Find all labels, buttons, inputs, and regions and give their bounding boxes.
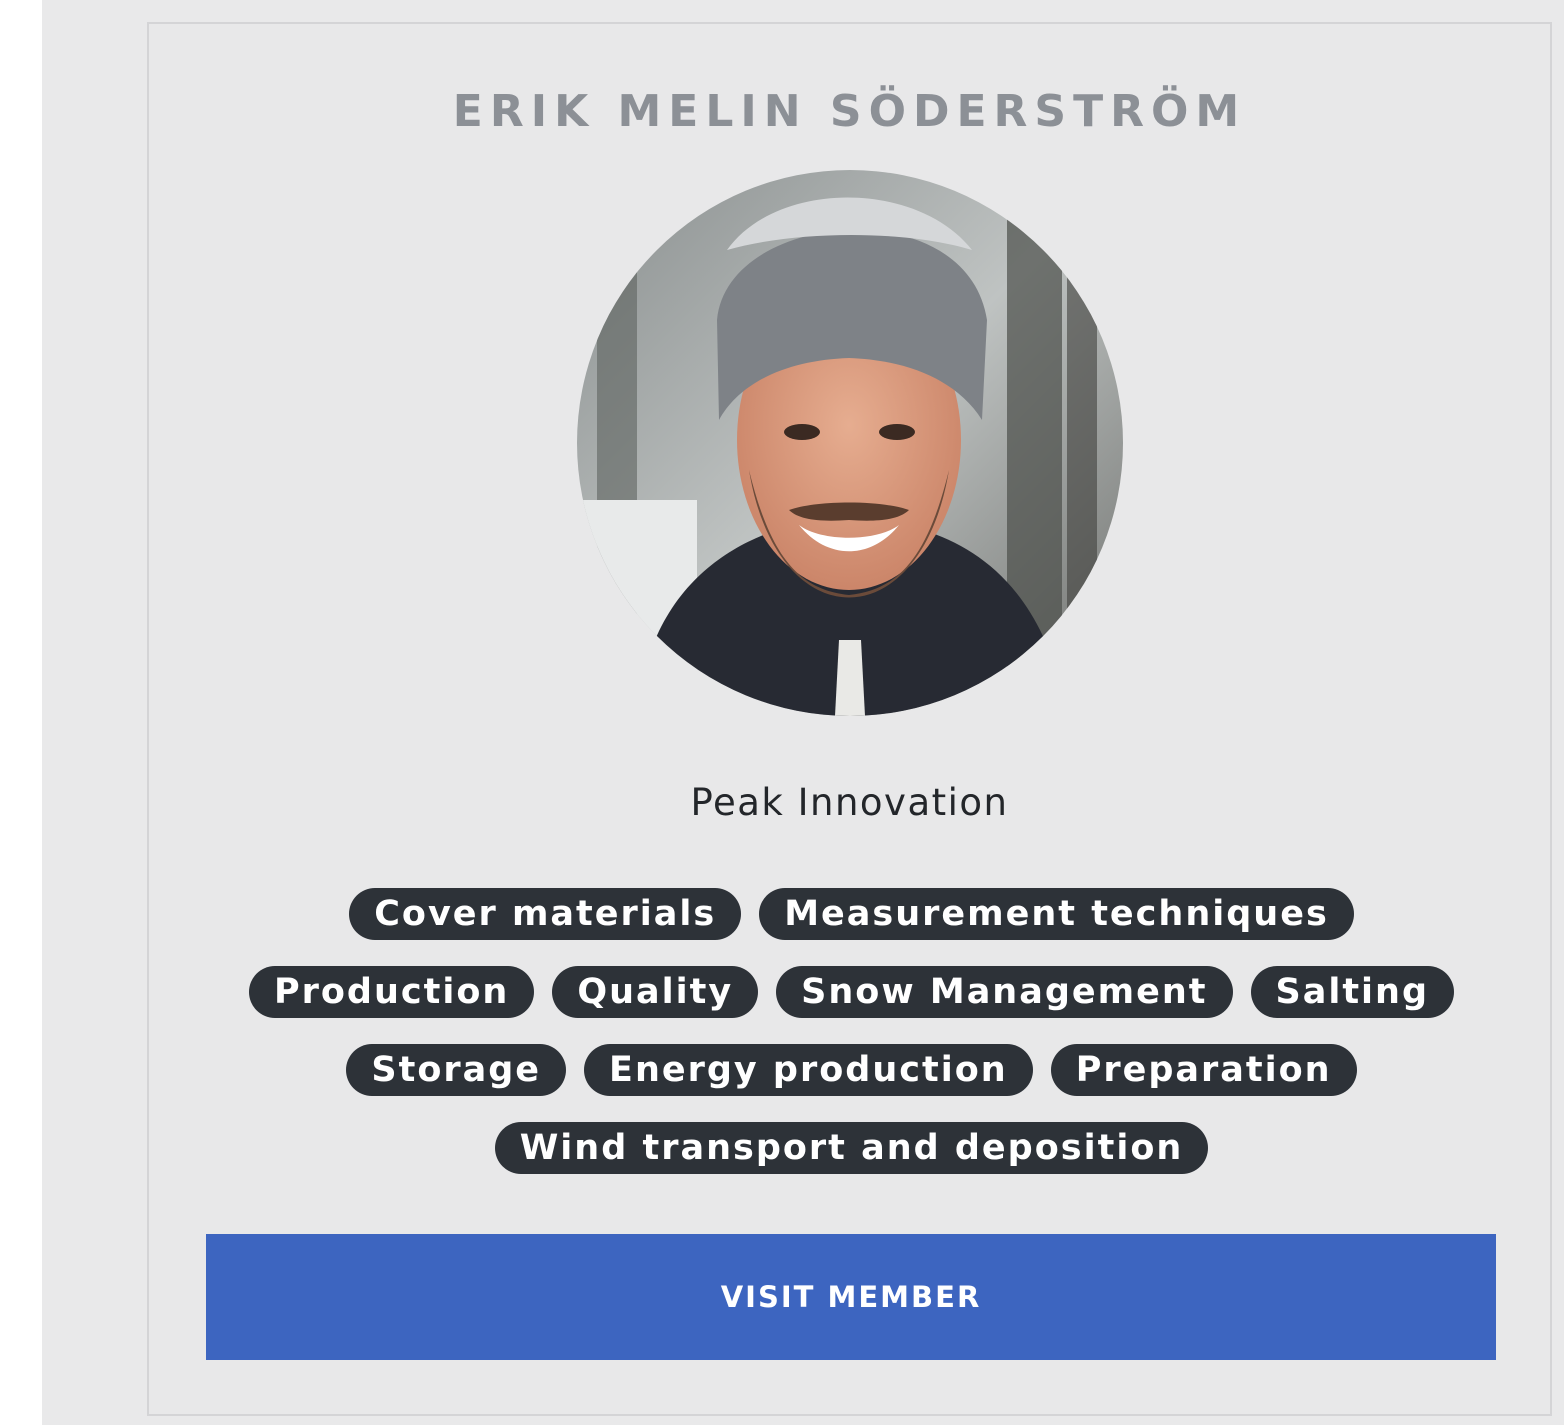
tag-quality[interactable]: Quality xyxy=(552,966,759,1018)
tag-salting[interactable]: Salting xyxy=(1250,966,1455,1018)
visit-member-label: VISIT MEMBER xyxy=(720,1280,982,1314)
person-photo-icon xyxy=(577,170,1123,716)
tag-cover-materials[interactable]: Cover materials xyxy=(349,888,742,940)
page-background: ERIK MELIN SÖDERSTRÖM Peak Innovation Co… xyxy=(42,0,1564,1425)
member-name: ERIK MELIN SÖDERSTRÖM xyxy=(452,86,1247,137)
tag-energy-production[interactable]: Energy production xyxy=(584,1044,1033,1096)
tag-storage[interactable]: Storage xyxy=(346,1044,567,1096)
expertise-tags: Cover materials Measurement techniques P… xyxy=(209,888,1494,1174)
member-company: Peak Innovation xyxy=(690,781,1009,824)
tag-snow-management[interactable]: Snow Management xyxy=(776,966,1233,1018)
visit-member-button[interactable]: VISIT MEMBER xyxy=(206,1234,1496,1360)
tag-preparation[interactable]: Preparation xyxy=(1050,1044,1357,1096)
tag-wind-transport-and-deposition[interactable]: Wind transport and deposition xyxy=(494,1122,1209,1174)
member-avatar xyxy=(577,170,1123,716)
tag-production[interactable]: Production xyxy=(248,966,535,1018)
tag-measurement-techniques[interactable]: Measurement techniques xyxy=(759,888,1354,940)
member-card: ERIK MELIN SÖDERSTRÖM Peak Innovation Co… xyxy=(147,22,1552,1416)
